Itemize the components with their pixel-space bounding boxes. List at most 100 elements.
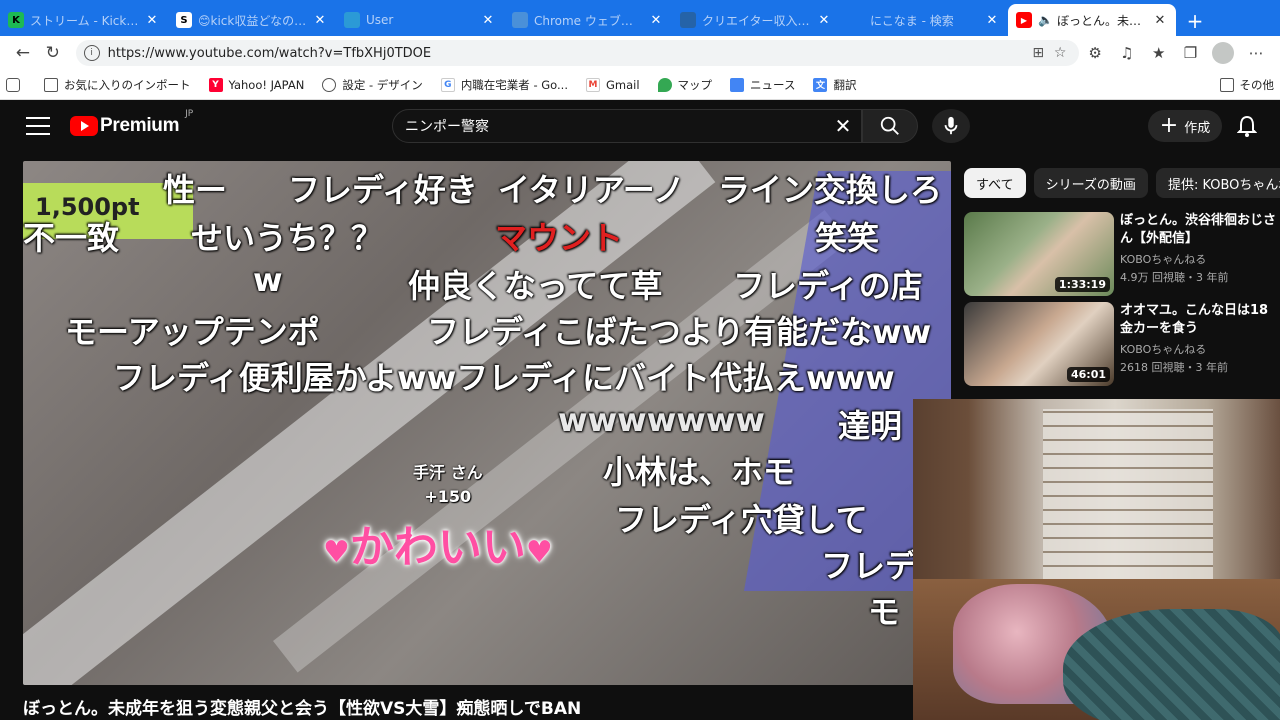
yahoo-icon: Y — [208, 77, 223, 92]
video-meta: オオマユ。こんな日は18金カーを食う KOBOちゃんねる 2618 回視聴・3 … — [1120, 302, 1280, 386]
kawaii-sticker: ♥かわいい♥ — [323, 511, 553, 575]
plus-icon: + — [1159, 113, 1179, 138]
video-title: ぼっとん。未成年を狙う変態親父と会う【性欲VS大雪】痴態晒しでBAN — [23, 699, 582, 719]
close-tab-icon[interactable]: ✕ — [648, 13, 664, 28]
new-tab-icon[interactable]: + — [1180, 6, 1210, 36]
profile-avatar[interactable] — [1212, 42, 1235, 64]
bookmark-label: 内職在宅業者 - Go... — [460, 77, 568, 92]
bookmark-toggle-icon[interactable] — [6, 77, 26, 92]
close-tab-icon[interactable]: ✕ — [480, 13, 496, 28]
browser-tab-active[interactable]: ▶ 🔈 ぼっとん。未成年を狙う ✕ — [1008, 4, 1176, 36]
close-tab-icon[interactable]: ✕ — [816, 13, 832, 28]
bookmark-item[interactable]: Y Yahoo! JAPAN — [208, 77, 305, 92]
bookmark-item[interactable]: マップ — [657, 77, 712, 93]
danmaku-comment: フレディ便利屋かよwwフレディにバイト代払えwww — [113, 359, 895, 397]
channel-name[interactable]: KOBOちゃんねる — [1120, 251, 1280, 267]
notifications-bell-icon[interactable] — [1234, 113, 1260, 139]
bookmark-label: その他 — [1239, 77, 1275, 92]
view-stats: 2618 回視聴・3 年前 — [1120, 361, 1228, 374]
close-tab-icon[interactable]: ✕ — [312, 13, 328, 28]
webcam-window — [1043, 409, 1213, 579]
speaker-icon[interactable]: 🔈 — [1038, 13, 1053, 27]
bookmark-item[interactable]: ニュース — [730, 77, 795, 93]
region-code: JP — [185, 109, 194, 119]
search-query[interactable]: ニンポー警察 — [405, 116, 489, 136]
video-player[interactable]: 1,500pt 性ー フレディ好き イタリアーノ ライン交換しろ 不一致 せいう… — [23, 161, 951, 685]
url-text[interactable]: https://www.youtube.com/watch?v=TfbXHj0T… — [108, 46, 1028, 61]
bookmark-label: Yahoo! JAPAN — [228, 77, 305, 92]
bookmark-item[interactable]: 文翻訳 — [813, 77, 856, 93]
search-icon — [880, 116, 899, 135]
chip-all[interactable]: すべて — [964, 168, 1026, 198]
favorites-icon[interactable]: ★ — [1143, 38, 1175, 68]
bookmark-label: Gmail — [605, 77, 640, 92]
video-thumbnail[interactable]: 46:01 — [964, 302, 1114, 386]
danmaku-comment: フレディの店 — [733, 267, 923, 305]
browser-tab[interactable]: Chrome ウェブストア - 拡張 ✕ — [504, 4, 672, 36]
create-label: 作成 — [1184, 120, 1211, 136]
webcam-blanket — [1063, 609, 1280, 720]
browser-tab[interactable]: クリエイター収入窓口 ✕ — [672, 4, 840, 36]
site-info-icon[interactable]: i — [83, 45, 100, 61]
chip-series[interactable]: シリーズの動画 — [1033, 168, 1148, 198]
sticker-text: かわいい — [349, 522, 526, 573]
view-stats: 4.9万 回視聴・3 年前 — [1120, 271, 1229, 284]
danmaku-comment: 性ー — [163, 171, 228, 209]
microphone-icon — [944, 116, 958, 135]
search-input[interactable]: ニンポー警察 ✕ — [392, 109, 862, 143]
app-available-icon[interactable]: ⊞ — [1027, 45, 1049, 61]
webcam-overlay — [913, 399, 1280, 720]
danmaku-comment: フレディ穴貸して — [615, 501, 868, 539]
video-thumbnail[interactable]: 1:33:19 — [964, 212, 1114, 296]
creator-favicon-icon — [680, 12, 696, 28]
recommended-title[interactable]: ぼっとん。渋谷徘徊おじさん【外配信】 — [1120, 212, 1280, 248]
translate-icon: 文 — [813, 77, 828, 92]
folder-icon — [1219, 77, 1234, 92]
google-icon: G — [440, 77, 455, 92]
logo-text: Premium — [100, 115, 180, 136]
favorite-star-icon[interactable]: ☆ — [1049, 45, 1071, 61]
bookmark-item[interactable]: 設定 - デザイン — [322, 77, 423, 93]
voice-search-button[interactable] — [932, 109, 970, 143]
tab-title: ぼっとん。未成年を狙う — [1056, 13, 1148, 28]
close-tab-icon[interactable]: ✕ — [1152, 13, 1168, 28]
chip-provided-by[interactable]: 提供: KOBOちゃんね — [1155, 168, 1280, 198]
search-button[interactable] — [862, 109, 918, 143]
danmaku-comment: wwwwwww — [558, 401, 765, 439]
menu-icon[interactable] — [26, 117, 50, 135]
danmaku-comment: せいうち？？ — [191, 219, 384, 257]
address-toolbar: ← ↻ i https://www.youtube.com/watch?v=Tf… — [0, 36, 1280, 70]
close-tab-icon[interactable]: ✕ — [984, 13, 1000, 28]
danmaku-comment: 不一致 — [23, 219, 120, 257]
browser-tab[interactable]: S 😊kick収益どなの？😊A ✕ — [168, 4, 336, 36]
reload-icon[interactable]: ↻ — [38, 38, 68, 68]
video-meta: ぼっとん。渋谷徘徊おじさん【外配信】 KOBOちゃんねる 4.9万 回視聴・3 … — [1120, 212, 1280, 296]
gift-user: 手汗 さん — [413, 463, 483, 482]
extensions-icon[interactable]: ⚙ — [1079, 38, 1111, 68]
back-arrow-icon[interactable]: ← — [8, 38, 38, 68]
bookmark-label: 翻訳 — [833, 77, 857, 92]
other-bookmarks[interactable]: その他 — [1219, 77, 1275, 93]
close-tab-icon[interactable]: ✕ — [144, 13, 160, 28]
media-control-icon[interactable]: ♫ — [1111, 38, 1143, 68]
browser-tab[interactable]: K ストリーム - Kick Dashboard ✕ — [0, 4, 168, 36]
more-menu-icon[interactable]: ⋯ — [1240, 38, 1272, 68]
recommended-video[interactable]: 46:01 オオマユ。こんな日は18金カーを食う KOBOちゃんねる 2618 … — [964, 302, 1280, 386]
bookmark-item[interactable]: お気に入りのインポート — [44, 77, 191, 93]
recommended-title[interactable]: オオマユ。こんな日は18金カーを食う — [1120, 302, 1280, 338]
youtube-logo[interactable]: Premium JP — [70, 109, 193, 137]
tab-title: にこなま - 検索 — [870, 13, 954, 28]
collections-icon[interactable]: ❐ — [1175, 38, 1207, 68]
recommended-video[interactable]: 1:33:19 ぼっとん。渋谷徘徊おじさん【外配信】 KOBOちゃんねる 4.9… — [964, 212, 1280, 296]
bookmark-item[interactable]: G 内職在宅業者 - Go... — [440, 77, 568, 93]
danmaku-comment: 達明 — [838, 407, 903, 445]
bookmark-label: ニュース — [750, 77, 796, 92]
create-button[interactable]: + 作成 — [1148, 110, 1222, 142]
browser-tab[interactable]: にこなま - 検索 ✕ — [840, 4, 1008, 36]
browser-tab[interactable]: User ✕ — [336, 4, 504, 36]
address-bar[interactable]: i https://www.youtube.com/watch?v=TfbXHj… — [75, 40, 1080, 66]
clear-search-icon[interactable]: ✕ — [831, 114, 855, 138]
bookmark-item[interactable]: M Gmail — [585, 77, 640, 92]
channel-name[interactable]: KOBOちゃんねる — [1120, 341, 1280, 357]
import-icon — [44, 77, 58, 92]
